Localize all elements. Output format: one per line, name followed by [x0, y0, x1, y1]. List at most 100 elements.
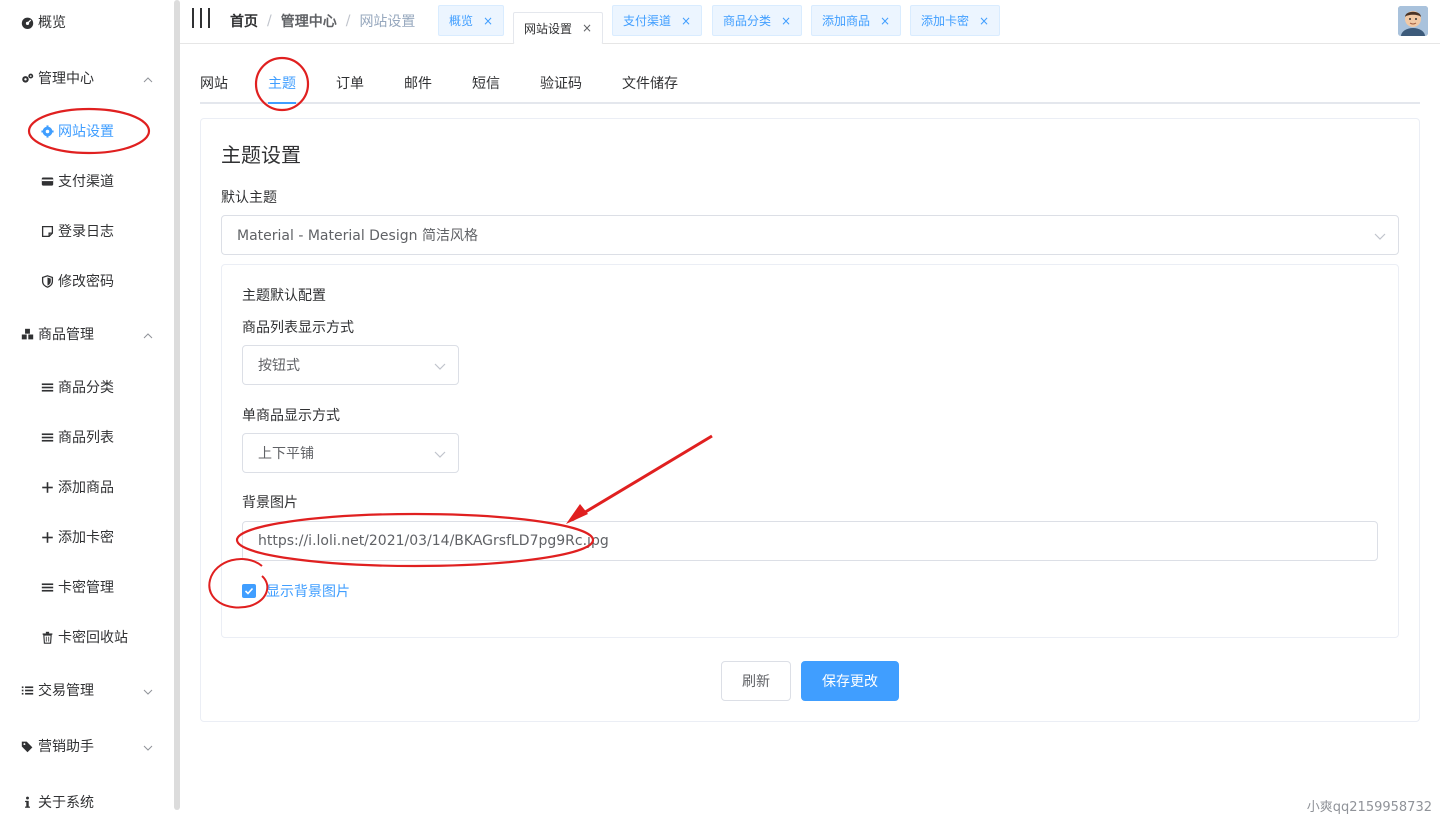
checkbox-checked-icon[interactable]	[242, 584, 256, 598]
chevron-down-icon	[434, 448, 446, 460]
sidebar-scrollbar[interactable]	[174, 0, 180, 810]
tag-payment-channel[interactable]: 支付渠道 ×	[612, 5, 703, 36]
config-title: 主题默认配置	[242, 288, 326, 304]
tab-order[interactable]: 订单	[336, 64, 364, 104]
default-theme-value: Material - Material Design 简洁风格	[237, 228, 478, 244]
background-image-label: 背景图片	[242, 495, 298, 511]
list-mode-value: 按钮式	[258, 358, 300, 374]
background-image-url-input[interactable]	[242, 521, 1378, 561]
theme-settings-card: 主题设置 默认主题 Material - Material Design 简洁风…	[200, 118, 1420, 722]
close-icon[interactable]: ×	[781, 14, 791, 28]
chevron-up-icon	[143, 329, 153, 339]
tab-captcha[interactable]: 验证码	[540, 64, 582, 104]
tag-goods-category[interactable]: 商品分类 ×	[712, 5, 803, 36]
sidebar-item-overview[interactable]: 概览	[0, 4, 173, 40]
tab-file-storage[interactable]: 文件储存	[622, 64, 678, 104]
tag-label: 添加商品	[822, 14, 871, 28]
tag-site-settings[interactable]: 网站设置 ×	[513, 12, 604, 44]
tab-theme[interactable]: 主题	[268, 64, 296, 104]
tag-overview[interactable]: 概览 ×	[438, 5, 505, 36]
plus-icon	[40, 530, 54, 544]
sidebar-item-trade-management[interactable]: 交易管理	[0, 672, 173, 708]
save-changes-button[interactable]: 保存更改	[801, 661, 899, 701]
app: 概览 管理中心 网站设置 支付渠道 登录日志 修改密码 商品管理 商品分类 商品…	[0, 0, 1440, 823]
sidebar-item-change-password[interactable]: 修改密码	[0, 263, 173, 299]
sidebar-item-label: 商品列表	[58, 430, 114, 446]
sidebar-item-about-system[interactable]: 关于系统	[0, 784, 173, 820]
tab-active-indicator	[268, 102, 296, 104]
close-icon[interactable]: ×	[979, 14, 989, 28]
sidebar-item-label: 管理中心	[38, 71, 94, 87]
sidebar-item-label: 卡密回收站	[58, 630, 128, 646]
refresh-button[interactable]: 刷新	[721, 661, 791, 701]
top-header: 首页 / 管理中心 / 网站设置 概览 × 网站设置 × 支付渠道 × 商品分类…	[180, 0, 1440, 44]
sidebar-item-site-settings[interactable]: 网站设置	[0, 113, 173, 149]
tags-icon	[20, 739, 34, 753]
gears-icon	[20, 71, 34, 85]
sidebar-item-add-card[interactable]: 添加卡密	[0, 519, 173, 555]
settings-tabs: 网站 主题 订单 邮件 短信 验证码 文件储存	[200, 64, 1420, 104]
sidebar-item-login-log[interactable]: 登录日志	[0, 213, 173, 249]
sidebar: 概览 管理中心 网站设置 支付渠道 登录日志 修改密码 商品管理 商品分类 商品…	[0, 0, 173, 823]
breadcrumb-home[interactable]: 首页	[230, 11, 258, 31]
chevron-down-icon	[143, 685, 153, 695]
tag-label: 支付渠道	[623, 14, 672, 28]
sidebar-item-label: 修改密码	[58, 274, 114, 290]
tab-email[interactable]: 邮件	[404, 64, 432, 104]
sidebar-item-payment-channel[interactable]: 支付渠道	[0, 163, 173, 199]
close-icon[interactable]: ×	[483, 14, 493, 28]
breadcrumb-separator: /	[267, 13, 272, 29]
tab-sms[interactable]: 短信	[472, 64, 500, 104]
show-background-checkbox[interactable]: 显示背景图片	[242, 581, 350, 601]
list-icon	[20, 683, 34, 697]
menu-toggle-icon[interactable]	[192, 8, 210, 28]
sidebar-item-admin-center[interactable]: 管理中心	[0, 60, 173, 96]
trash-icon	[40, 630, 54, 644]
sticky-note-icon	[40, 224, 54, 238]
sidebar-item-marketing[interactable]: 营销助手	[0, 728, 173, 764]
sidebar-item-label: 概览	[38, 15, 66, 31]
single-mode-label: 单商品显示方式	[242, 408, 340, 424]
sidebar-item-add-goods[interactable]: 添加商品	[0, 469, 173, 505]
list-mode-select[interactable]: 按钮式	[242, 345, 459, 385]
watermark: 小爽qq2159958732	[1306, 800, 1432, 815]
sidebar-item-label: 商品管理	[38, 327, 94, 343]
sidebar-item-goods-management[interactable]: 商品管理	[0, 316, 173, 352]
theme-default-config: 主题默认配置 商品列表显示方式 按钮式 单商品显示方式 上下平铺 背景图片 显示…	[221, 264, 1399, 638]
list-mode-label: 商品列表显示方式	[242, 320, 354, 336]
close-icon[interactable]: ×	[880, 14, 890, 28]
close-icon[interactable]: ×	[582, 21, 592, 35]
tag-label: 商品分类	[723, 14, 772, 28]
tag-add-card[interactable]: 添加卡密 ×	[910, 5, 1001, 36]
single-mode-value: 上下平铺	[258, 446, 314, 462]
single-mode-select[interactable]: 上下平铺	[242, 433, 459, 473]
chevron-down-icon	[1374, 230, 1386, 242]
chevron-up-icon	[143, 73, 153, 83]
bars-icon	[40, 580, 54, 594]
gear-icon	[40, 124, 54, 138]
avatar[interactable]	[1398, 6, 1428, 36]
tag-label: 网站设置	[524, 21, 573, 36]
tab-site[interactable]: 网站	[200, 64, 228, 104]
sidebar-item-label: 卡密管理	[58, 580, 114, 596]
sidebar-item-label: 营销助手	[38, 739, 94, 755]
sidebar-item-label: 添加卡密	[58, 530, 114, 546]
chevron-down-icon	[434, 360, 446, 372]
bars-icon	[40, 430, 54, 444]
breadcrumb-current: 网站设置	[359, 14, 416, 30]
close-icon[interactable]: ×	[681, 14, 691, 28]
breadcrumb-admin-center[interactable]: 管理中心	[281, 11, 337, 31]
dashboard-icon	[20, 15, 34, 29]
sidebar-item-card-management[interactable]: 卡密管理	[0, 569, 173, 605]
sidebar-item-label: 交易管理	[38, 683, 94, 699]
sidebar-item-goods-category[interactable]: 商品分类	[0, 369, 173, 405]
avatar-image	[1398, 6, 1428, 36]
show-background-label: 显示背景图片	[266, 584, 350, 600]
sidebar-item-goods-list[interactable]: 商品列表	[0, 419, 173, 455]
sidebar-item-card-recycle-bin[interactable]: 卡密回收站	[0, 619, 173, 655]
sidebar-item-label: 登录日志	[58, 224, 114, 240]
tag-add-goods[interactable]: 添加商品 ×	[811, 5, 902, 36]
default-theme-select[interactable]: Material - Material Design 简洁风格	[221, 215, 1399, 255]
breadcrumb: 首页 / 管理中心 / 网站设置	[230, 11, 415, 31]
cubes-icon	[20, 327, 34, 341]
